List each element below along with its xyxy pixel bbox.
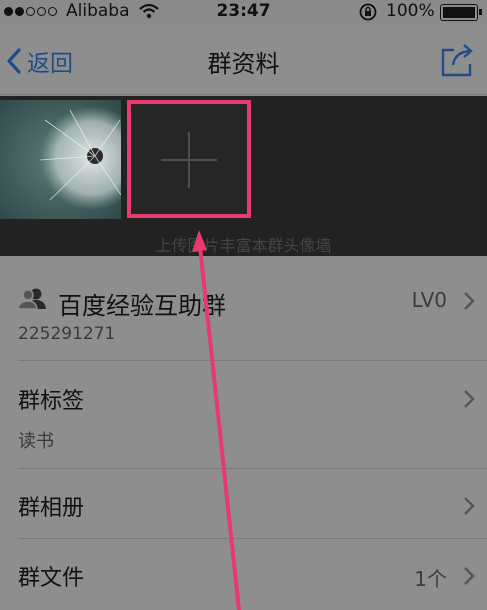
nav-bar: 返回 群资料 xyxy=(0,24,487,95)
group-files-row[interactable]: 群文件 1个 xyxy=(0,539,487,610)
chevron-right-icon xyxy=(463,291,475,315)
group-tags-title: 群标签 xyxy=(18,389,85,414)
chevron-right-icon xyxy=(463,389,475,413)
group-album-title: 群相册 xyxy=(18,496,85,521)
rotation-lock-icon xyxy=(358,3,378,26)
group-tags-value: 读书 xyxy=(18,431,54,452)
chevron-right-icon xyxy=(463,566,475,590)
group-members-icon xyxy=(17,286,46,314)
photo-wall-hint: 上传图片丰富本群头像墙 xyxy=(155,236,332,255)
add-photo-button[interactable] xyxy=(127,100,251,218)
group-name: 百度经验互助群 xyxy=(58,292,226,320)
group-level: LV0 xyxy=(411,288,447,312)
plus-icon xyxy=(161,132,217,188)
group-tags-row[interactable]: 群标签 读书 xyxy=(0,361,487,469)
group-album-row[interactable]: 群相册 xyxy=(0,469,487,539)
group-name-row[interactable]: 百度经验互助群 LV0 225291271 xyxy=(0,256,487,361)
photo-wall: 上传图片丰富本群头像墙 xyxy=(0,96,487,256)
page-title: 群资料 xyxy=(207,50,280,78)
group-files-title: 群文件 xyxy=(18,566,85,591)
share-icon xyxy=(441,44,473,77)
group-files-count: 1个 xyxy=(414,567,447,591)
chevron-right-icon xyxy=(463,496,475,520)
group-id: 225291271 xyxy=(18,324,116,344)
group-photo-thumbnail[interactable] xyxy=(0,100,121,219)
battery-icon xyxy=(440,4,482,21)
battery-percent: 100% xyxy=(386,1,435,21)
share-button[interactable] xyxy=(440,42,478,82)
status-bar: Alibaba 23:47 100% xyxy=(0,0,487,24)
